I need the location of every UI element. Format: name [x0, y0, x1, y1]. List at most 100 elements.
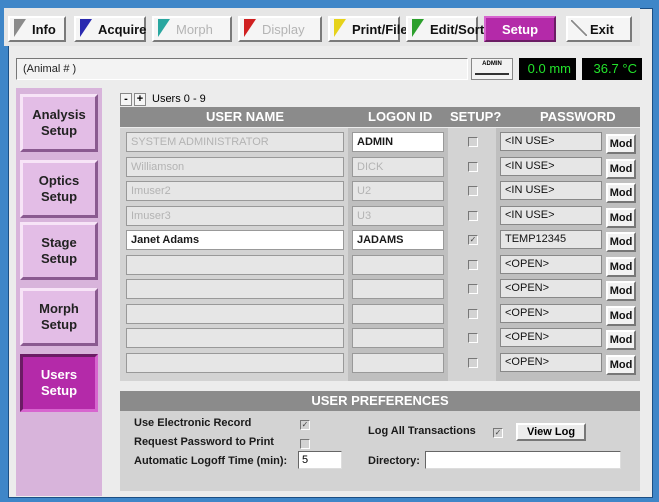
- password-cell: <OPEN>: [500, 352, 602, 372]
- status-bar: (Animal # ) ADMIN 0.0 mm 36.7 °C: [16, 58, 642, 82]
- logon-id-cell[interactable]: U3: [352, 205, 444, 226]
- password-cell: <OPEN>: [500, 279, 602, 298]
- morph-tab-icon: [158, 19, 170, 37]
- prefs-panel: Use Electronic Record ✓ Request Password…: [120, 411, 640, 491]
- view-log-button[interactable]: View Log: [516, 423, 586, 441]
- sidebar-item-users[interactable]: Users Setup: [20, 354, 98, 412]
- display-tab-icon: [244, 19, 256, 37]
- user-name-cell[interactable]: Williamson: [126, 156, 344, 177]
- setup-sidebar: Analysis Setup Optics Setup Stage Setup Mor…: [16, 88, 102, 496]
- setup-checkbox[interactable]: [468, 284, 478, 294]
- admin-badge-label: ADMIN: [482, 61, 502, 67]
- sidebar-item-optics[interactable]: Optics Setup: [20, 160, 98, 218]
- logoff-time-label: Automatic Logoff Time (min):: [134, 455, 288, 467]
- sidebar-item-label: Analysis Setup: [32, 107, 86, 138]
- logoff-time-input[interactable]: 5: [298, 451, 342, 469]
- menu-setup-button[interactable]: Setup: [484, 16, 556, 42]
- password-cell: <OPEN>: [500, 254, 602, 274]
- setup-checkbox[interactable]: [468, 137, 478, 147]
- users-table-header: USER NAME LOGON ID SETUP? PASSWORD: [120, 107, 640, 127]
- user-name-cell[interactable]: [126, 279, 344, 299]
- setup-checkbox[interactable]: [468, 161, 478, 172]
- user-name-cell[interactable]: Imuser3: [126, 205, 344, 226]
- modify-password-button[interactable]: Mod: [606, 305, 636, 326]
- menu-acquire-button[interactable]: Acquire: [74, 16, 146, 42]
- user-name-cell[interactable]: [126, 303, 344, 324]
- menu-morph-button[interactable]: Morph: [152, 16, 232, 42]
- password-cell: <IN USE>: [500, 156, 602, 176]
- user-name-cell[interactable]: Janet Adams: [126, 230, 344, 250]
- request-password-checkbox[interactable]: [300, 439, 310, 449]
- user-name-cell[interactable]: [126, 328, 344, 348]
- setup-checkbox[interactable]: [468, 186, 478, 196]
- acquire-tab-icon: [80, 19, 92, 37]
- user-pager: - + Users 0 - 9: [120, 91, 206, 107]
- sidebar-item-label: Users Setup: [40, 367, 78, 398]
- user-name-cell[interactable]: Imuser2: [126, 181, 344, 201]
- sidebar-item-label: Morph Setup: [39, 301, 79, 332]
- password-cell: <IN USE>: [500, 181, 602, 200]
- sidebar-item-label: Optics Setup: [38, 173, 80, 204]
- logon-id-cell[interactable]: ADMIN: [352, 132, 444, 152]
- sidebar-item-stage[interactable]: Stage Setup: [20, 222, 98, 280]
- sidebar-item-analysis[interactable]: Analysis Setup: [20, 94, 98, 152]
- menubar: Info Acquire Morph Display Print/File Edit/So…: [4, 8, 640, 46]
- modify-password-button[interactable]: Mod: [606, 256, 636, 277]
- log-all-checkbox[interactable]: ✓: [493, 428, 503, 438]
- modify-password-button[interactable]: Mod: [606, 134, 636, 154]
- animal-id-field[interactable]: (Animal # ): [16, 58, 468, 80]
- logon-id-cell[interactable]: DICK: [352, 156, 444, 177]
- user-name-cell[interactable]: [126, 254, 344, 275]
- logon-id-cell[interactable]: [352, 303, 444, 324]
- header-user-name: USER NAME: [206, 109, 285, 124]
- admin-badge: ADMIN: [471, 58, 513, 80]
- modify-password-button[interactable]: Mod: [606, 232, 636, 252]
- sidebar-item-morph[interactable]: Morph Setup: [20, 288, 98, 346]
- log-all-label: Log All Transactions: [368, 425, 476, 437]
- request-password-label: Request Password to Print: [134, 436, 274, 448]
- page-next-button[interactable]: +: [134, 92, 146, 106]
- header-setup: SETUP?: [450, 109, 502, 124]
- menu-editsort-label: Edit/Sort: [430, 21, 485, 37]
- header-logon-id: LOGON ID: [368, 109, 433, 124]
- menu-printfile-button[interactable]: Print/File: [328, 16, 408, 42]
- electronic-record-label: Use Electronic Record: [134, 417, 252, 429]
- printfile-tab-icon: [334, 19, 346, 37]
- user-name-cell[interactable]: SYSTEM ADMINISTRATOR: [126, 132, 344, 152]
- setup-checkbox[interactable]: [468, 259, 478, 270]
- logon-id-cell[interactable]: U2: [352, 181, 444, 201]
- directory-input[interactable]: [425, 451, 621, 469]
- modify-password-button[interactable]: Mod: [606, 354, 636, 375]
- electronic-record-checkbox[interactable]: ✓: [300, 420, 310, 430]
- menu-display-button[interactable]: Display: [238, 16, 322, 42]
- password-cell: <OPEN>: [500, 328, 602, 347]
- logon-id-cell[interactable]: [352, 328, 444, 348]
- menu-display-label: Display: [262, 21, 305, 37]
- exit-icon: [571, 20, 587, 36]
- setup-checkbox[interactable]: [468, 333, 478, 343]
- logon-id-cell[interactable]: [352, 352, 444, 373]
- setup-checkbox[interactable]: [468, 357, 478, 368]
- menu-info-button[interactable]: Info: [8, 16, 66, 42]
- logon-id-cell[interactable]: [352, 254, 444, 275]
- modify-password-button[interactable]: Mod: [606, 281, 636, 301]
- prefs-header: USER PREFERENCES: [120, 391, 640, 411]
- modify-password-button[interactable]: Mod: [606, 207, 636, 228]
- modify-password-button[interactable]: Mod: [606, 158, 636, 179]
- logon-id-cell[interactable]: JADAMS: [352, 230, 444, 250]
- password-cell: <IN USE>: [500, 205, 602, 225]
- user-range-label: Users 0 - 9: [152, 93, 206, 105]
- setup-checkbox[interactable]: [468, 308, 478, 319]
- sidebar-item-label: Stage Setup: [40, 235, 78, 266]
- header-password: PASSWORD: [540, 109, 616, 124]
- modify-password-button[interactable]: Mod: [606, 183, 636, 203]
- menu-editsort-button[interactable]: Edit/Sort: [406, 16, 484, 42]
- user-name-cell[interactable]: [126, 352, 344, 373]
- menu-info-label: Info: [32, 21, 56, 37]
- menu-exit-button[interactable]: Exit: [566, 16, 632, 42]
- setup-checkbox[interactable]: [468, 210, 478, 221]
- modify-password-button[interactable]: Mod: [606, 330, 636, 350]
- page-prev-button[interactable]: -: [120, 92, 132, 106]
- logon-id-cell[interactable]: [352, 279, 444, 299]
- setup-checkbox[interactable]: ✓: [468, 235, 478, 245]
